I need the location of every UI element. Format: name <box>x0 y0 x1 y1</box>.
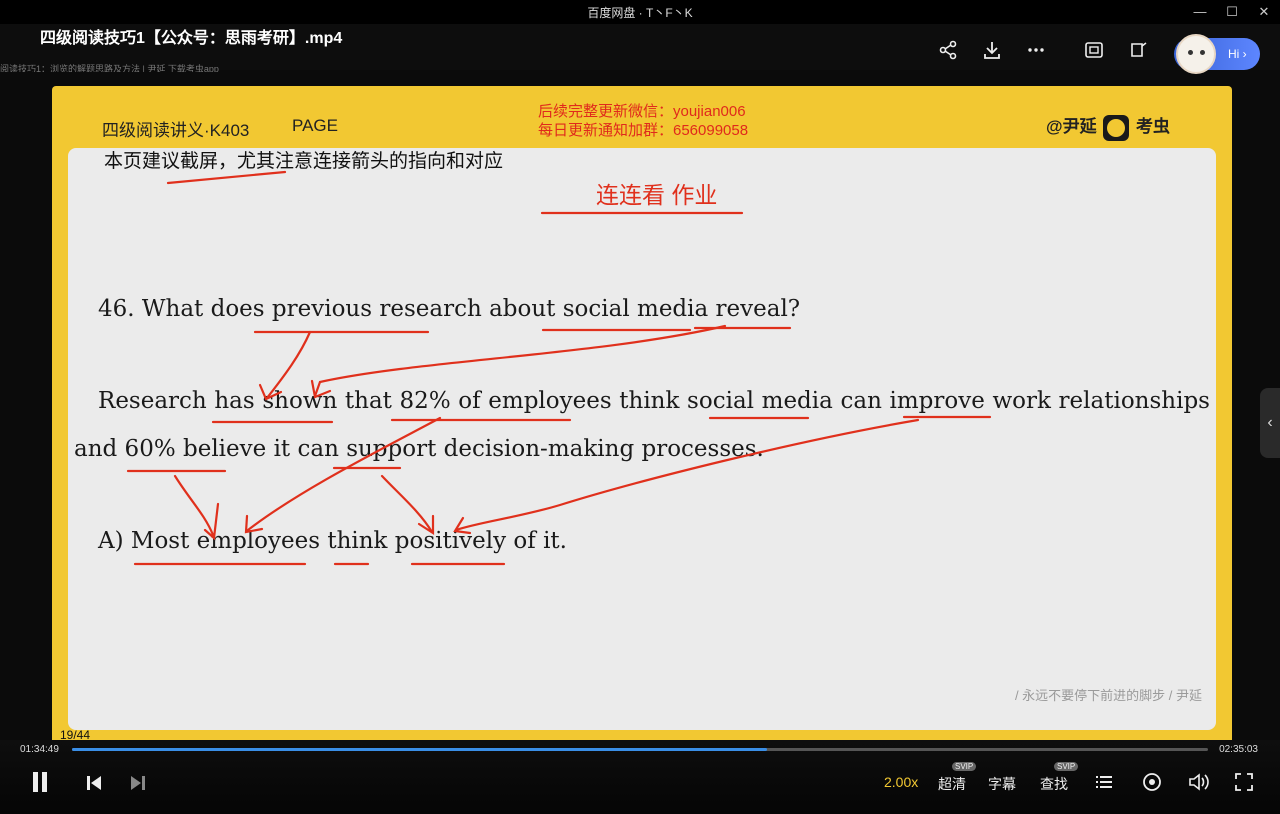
brand: @尹延 考虫 <box>1046 112 1170 141</box>
assistant-label: Hi › <box>1228 47 1247 61</box>
brand-name: 考虫 <box>1136 117 1171 136</box>
promo-line-1: 后续完整更新微信：youjian006 <box>538 103 746 120</box>
fullscreen-icon[interactable] <box>1234 772 1254 798</box>
close-button[interactable]: ✕ <box>1250 2 1278 22</box>
question-text: 46. What does previous research about so… <box>98 296 801 322</box>
answer-text: A) Most employees think positively of it… <box>98 528 567 554</box>
slide-paper: 本页建议截屏，尤其注意连接箭头的指向和对应 连连看 作业 46. What do… <box>68 148 1216 730</box>
brand-author: @尹延 <box>1046 117 1097 136</box>
slide-note: 本页建议截屏，尤其注意连接箭头的指向和对应 <box>104 150 504 172</box>
quality-svip-badge: SVIP <box>952 762 977 771</box>
slide-header-page: PAGE <box>292 116 338 135</box>
search-button[interactable]: SVIP 查找 <box>1040 762 1079 794</box>
app-title: 百度网盘 · T丶F丶K <box>587 6 693 20</box>
search-svip-badge: SVIP <box>1054 762 1079 771</box>
minimize-button[interactable]: — <box>1186 2 1214 22</box>
window-titlebar: 百度网盘 · T丶F丶K — ☐ ✕ <box>0 0 1280 24</box>
passage-line-2: and 60% believe it can support decision-… <box>74 436 764 462</box>
passage-line-1: Research has shown that 82% of employees… <box>98 388 1210 414</box>
quality-label: 超清 <box>938 776 966 792</box>
next-button[interactable] <box>128 773 148 799</box>
playlist-icon[interactable] <box>1094 772 1114 798</box>
search-label: 查找 <box>1040 776 1068 792</box>
more-icon[interactable] <box>1024 40 1048 64</box>
screenshot-icon[interactable] <box>1082 40 1106 64</box>
download-icon[interactable] <box>980 40 1004 64</box>
homework-label: 连连看 作业 <box>596 182 718 208</box>
kaochong-logo-icon <box>1103 114 1130 141</box>
video-frame[interactable]: 四级阅读讲义·K403 PAGE 后续完整更新微信：youjian006 每日更… <box>52 86 1232 744</box>
promo-text: 后续完整更新微信：youjian006 每日更新通知加群：656099058 <box>538 102 748 140</box>
slide-header-title: 四级阅读讲义·K403 <box>102 121 250 140</box>
assistant-badge[interactable]: Hi › <box>1174 34 1260 74</box>
maximize-button[interactable]: ☐ <box>1218 2 1246 22</box>
previous-button[interactable] <box>84 773 104 799</box>
assistant-avatar-icon <box>1176 34 1216 74</box>
eye-settings-icon[interactable] <box>1142 772 1162 798</box>
side-panel-toggle[interactable]: ‹ <box>1260 388 1280 458</box>
chevron-left-icon: ‹ <box>1267 414 1273 431</box>
current-time: 01:34:49 <box>20 744 59 755</box>
pip-icon[interactable] <box>1126 40 1150 64</box>
share-icon[interactable] <box>936 40 960 64</box>
progress-fill <box>72 748 768 751</box>
promo-line-2: 每日更新通知加群：656099058 <box>538 122 749 139</box>
volume-icon[interactable] <box>1188 772 1210 798</box>
progress-bar[interactable] <box>72 748 1208 751</box>
pause-button[interactable] <box>30 770 50 800</box>
player-controls: 01:34:49 02:35:03 2.00x SVIP 超清 字幕 SVIP … <box>0 740 1280 814</box>
speed-button[interactable]: 2.00x <box>884 774 918 790</box>
subtitles-button[interactable]: 字幕 <box>988 774 1016 794</box>
quality-button[interactable]: SVIP 超清 <box>938 762 977 794</box>
slide-motto: / 永远不要停下前进的脚步 / 尹延 <box>1014 688 1202 703</box>
video-title: 四级阅读技巧1【公众号：思雨考研】.mp4 <box>40 30 343 47</box>
total-time: 02:35:03 <box>1219 744 1258 755</box>
